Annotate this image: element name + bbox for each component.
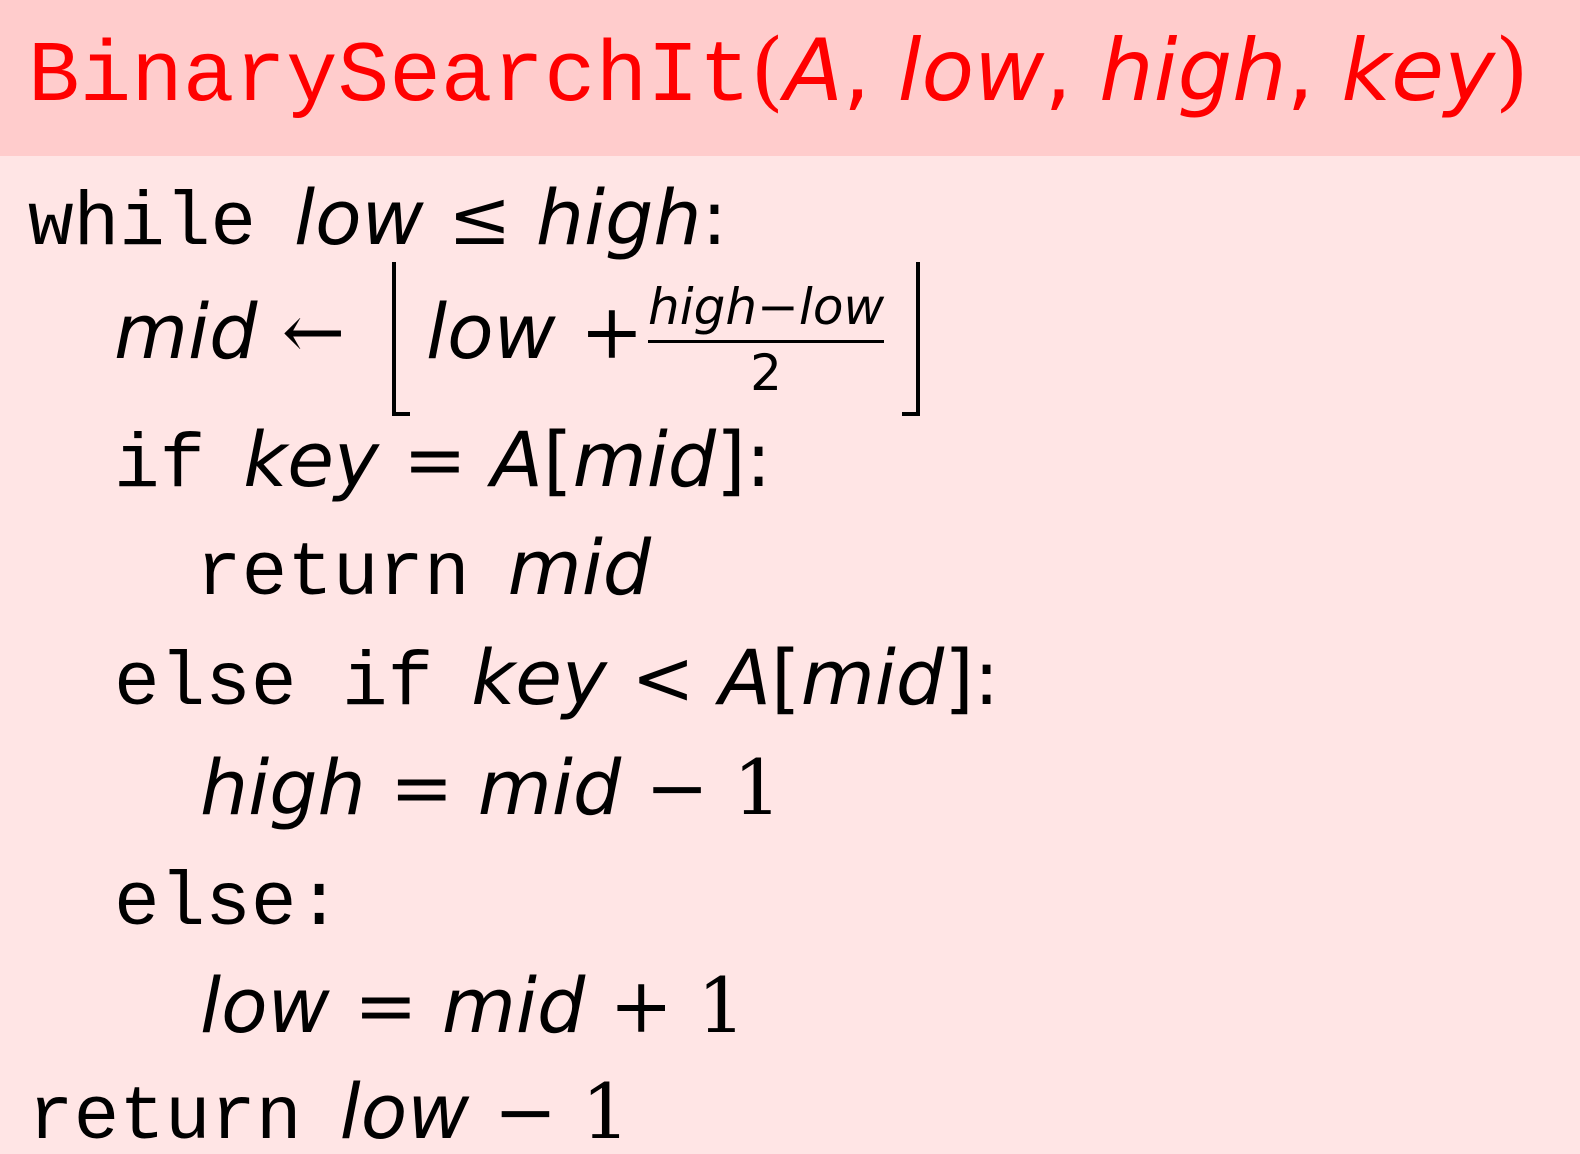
right-bracket: ] xyxy=(716,415,746,504)
title-bar: BinarySearchIt(A, low, high, key) xyxy=(0,0,1580,156)
op-eq: = xyxy=(389,743,454,832)
keyword-else-if: else if xyxy=(114,641,434,727)
fraction: high−low 2 xyxy=(648,276,884,401)
var-low: low xyxy=(798,278,885,336)
floor-left-bracket xyxy=(392,262,410,416)
fraction-denominator: 2 xyxy=(750,344,782,402)
code-line-mid-assign: mid ← xyxy=(114,284,345,380)
param-low: low xyxy=(897,21,1045,121)
op-eq: = xyxy=(353,961,418,1050)
code-line-while: while low ≤ high: xyxy=(28,170,727,272)
code-line-high-assign: high = mid − 1 xyxy=(200,740,782,836)
fraction-bar xyxy=(648,340,884,343)
close-paren: ) xyxy=(1494,21,1529,121)
var-low: low xyxy=(426,287,556,376)
comma: , xyxy=(842,21,871,121)
var-low: low xyxy=(200,961,330,1050)
param-high: high xyxy=(1099,21,1287,121)
colon: : xyxy=(745,415,772,504)
code-line-else-if: else if key < A[mid]: xyxy=(114,630,999,732)
right-bracket: ] xyxy=(944,633,974,722)
op-minus: − xyxy=(493,1067,558,1154)
var-low: low xyxy=(294,173,424,262)
var-mid: mid xyxy=(114,287,258,376)
var-low: low xyxy=(339,1067,470,1154)
comma: , xyxy=(1286,21,1315,121)
number-one: 1 xyxy=(733,743,782,832)
var-mid: mid xyxy=(441,961,586,1050)
colon: : xyxy=(701,173,728,262)
param-key: key xyxy=(1341,21,1495,121)
var-high: high xyxy=(648,278,758,336)
op-le: ≤ xyxy=(448,173,512,262)
open-paren: ( xyxy=(750,21,785,121)
op-arrow: ← xyxy=(281,287,346,376)
floor-expression: low + high−low 2 xyxy=(392,262,920,416)
op-minus: − xyxy=(645,743,709,832)
function-signature: BinarySearchIt(A, low, high, key) xyxy=(28,16,1529,132)
keyword-else: else: xyxy=(114,861,343,947)
var-key: key xyxy=(471,633,608,722)
var-mid: mid xyxy=(800,633,945,722)
keyword-if: if xyxy=(114,423,206,509)
keyword-return: return xyxy=(196,531,470,617)
keyword-while: while xyxy=(28,181,257,267)
keyword-return: return xyxy=(28,1075,302,1154)
param-a: A xyxy=(784,21,843,121)
op-plus: + xyxy=(609,961,674,1050)
var-mid: mid xyxy=(477,743,622,832)
code-line-return-low: return low − 1 xyxy=(28,1064,630,1154)
var-high: high xyxy=(200,743,366,832)
var-a: A xyxy=(491,415,543,504)
floor-inner: low + xyxy=(426,284,644,380)
op-plus: + xyxy=(579,287,644,376)
code-line-low-assign: low = mid + 1 xyxy=(200,958,746,1054)
var-mid: mid xyxy=(507,523,652,612)
var-a: A xyxy=(719,633,772,722)
floor-right-bracket xyxy=(902,262,920,416)
var-key: key xyxy=(243,415,379,504)
left-bracket: [ xyxy=(771,633,801,722)
number-one: 1 xyxy=(697,961,746,1050)
colon: : xyxy=(973,633,1000,722)
left-bracket: [ xyxy=(543,415,573,504)
comma: , xyxy=(1044,21,1072,121)
var-high: high xyxy=(535,173,702,262)
number-one: 1 xyxy=(581,1067,630,1154)
var-mid: mid xyxy=(572,415,717,504)
code-line-if: if key = A[mid]: xyxy=(114,412,771,514)
op-lt: < xyxy=(631,633,695,722)
fraction-numerator: high−low xyxy=(648,276,884,338)
code-line-return-mid: return mid xyxy=(196,520,651,622)
code-line-else: else: xyxy=(114,850,342,952)
op-eq: = xyxy=(403,415,467,504)
op-minus: − xyxy=(757,278,799,336)
function-name: BinarySearchIt xyxy=(28,28,751,126)
